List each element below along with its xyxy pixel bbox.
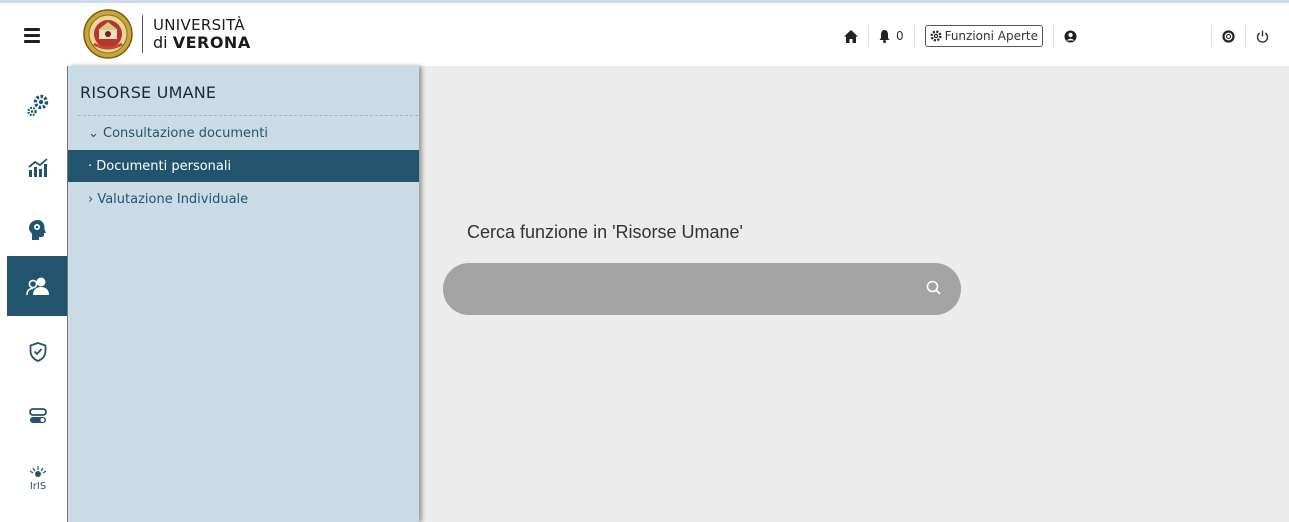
rail-item-settings[interactable] (7, 76, 68, 136)
bell-icon (879, 29, 890, 43)
search-icon[interactable] (925, 279, 943, 297)
function-search-box[interactable] (443, 263, 961, 315)
rail-item-human-resources[interactable] (7, 256, 68, 316)
power-icon (1256, 30, 1269, 43)
university-logo[interactable]: UNIVERSITÀ di VERONA (80, 8, 251, 60)
rail-item-training[interactable] (7, 200, 68, 260)
user-circle-icon (1064, 30, 1077, 42)
open-functions-wrapper: Funzioni Aperte (915, 25, 1053, 47)
menu-item-label: · Documenti personali (88, 158, 232, 174)
menu-item-label: ⌄ Consultazione documenti (88, 125, 268, 141)
menu-item-label: › Valutazione Individuale (88, 191, 249, 207)
logo-text: UNIVERSITÀ di VERONA (153, 16, 251, 52)
open-functions-button[interactable]: Funzioni Aperte (924, 25, 1043, 47)
gears-icon (26, 94, 48, 117)
logout-button[interactable] (1246, 25, 1289, 47)
logo-line-1: UNIVERSITÀ (153, 16, 245, 34)
lifebuoy-icon (1222, 29, 1235, 43)
logo-line-2: di VERONA (153, 34, 251, 51)
logo-line-2-bold: VERONA (172, 33, 251, 52)
user-menu[interactable] (1054, 25, 1211, 47)
gear-icon (930, 30, 942, 42)
hamburger-menu-icon[interactable] (24, 28, 40, 43)
user-name-redacted (1083, 28, 1201, 44)
menu-item-consultazione-documenti[interactable]: ⌄ Consultazione documenti (68, 117, 419, 149)
brain-head-icon (28, 220, 46, 240)
open-functions-label: Funzioni Aperte (944, 29, 1038, 43)
users-icon (25, 277, 49, 296)
rail-item-analytics[interactable] (7, 138, 68, 198)
module-menu-panel: RISORSE UMANE ⌄ Consultazione documenti … (67, 66, 419, 522)
svg-text:IrIS: IrIS (29, 481, 45, 491)
chart-icon (27, 158, 48, 177)
rail-item-preferences[interactable] (7, 386, 68, 446)
notifications-button[interactable]: 0 (869, 25, 914, 47)
rail-item-iris[interactable]: IrIS (7, 448, 68, 508)
header-actions: 0 Funzioni Aperte (834, 23, 1289, 49)
iris-icon: IrIS (29, 466, 46, 491)
shield-check-icon (29, 342, 46, 362)
help-button[interactable] (1212, 25, 1245, 47)
logo-line-2-prefix: di (153, 33, 173, 52)
notifications-count: 0 (895, 29, 904, 43)
panel-title: RISORSE UMANE (80, 83, 217, 102)
home-button[interactable] (834, 25, 868, 47)
menu-item-documenti-personali[interactable]: · Documenti personali (68, 150, 419, 182)
rail-item-security[interactable] (7, 322, 68, 382)
logo-divider (142, 15, 143, 53)
home-icon (843, 29, 858, 43)
toggles-icon (28, 408, 47, 423)
university-seal-icon (83, 9, 133, 59)
top-bar: UNIVERSITÀ di VERONA 0 Funzioni Aperte (0, 0, 1289, 66)
menu-item-valutazione-individuale[interactable]: › Valutazione Individuale (68, 183, 419, 215)
panel-divider (78, 115, 418, 116)
function-search-input[interactable] (469, 277, 909, 301)
module-icon-rail: IrIS (0, 66, 68, 522)
search-heading: Cerca funzione in 'Risorse Umane' (467, 222, 743, 242)
